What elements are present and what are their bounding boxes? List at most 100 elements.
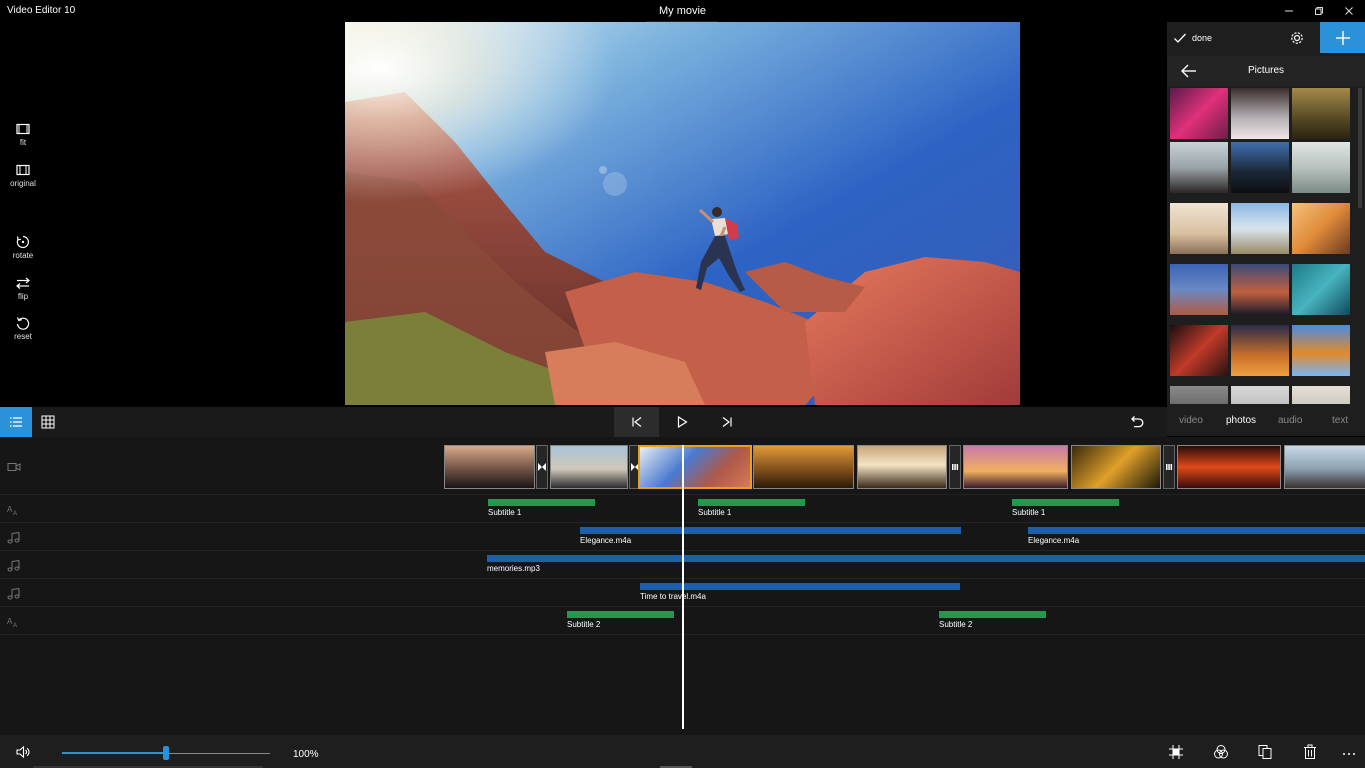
text-clip[interactable]: [488, 499, 595, 506]
audio-clip-label: Time to travel.m4a: [640, 592, 706, 601]
rotate-button[interactable]: rotate: [0, 235, 46, 260]
video-clip[interactable]: [753, 445, 854, 489]
checkmark-icon: [1174, 33, 1186, 43]
original-button[interactable]: original: [0, 163, 46, 188]
video-clip[interactable]: [550, 445, 628, 489]
skip-forward-icon: [722, 417, 732, 427]
settings-button[interactable]: [1287, 28, 1307, 48]
video-clip[interactable]: [1177, 445, 1281, 489]
delete-button[interactable]: [1302, 744, 1318, 760]
play-button[interactable]: [659, 407, 704, 437]
text-track-icon: AA: [7, 617, 17, 628]
media-panel: done Pictures video photos audio text: [1167, 22, 1365, 436]
picture-thumbnail[interactable]: [1170, 386, 1228, 404]
picture-thumbnail[interactable]: [1231, 88, 1289, 139]
text-clip-label: Subtitle 1: [698, 508, 732, 517]
media-type-tabs: video photos audio text: [1167, 406, 1365, 436]
skip-back-icon: [631, 417, 641, 427]
text-clip[interactable]: [698, 499, 805, 506]
transition-marker[interactable]: [536, 445, 548, 489]
reset-label: reset: [14, 332, 32, 341]
media-panel-scrollbar[interactable]: [1358, 88, 1362, 208]
split-button[interactable]: [1168, 744, 1184, 760]
tab-audio[interactable]: audio: [1278, 415, 1302, 426]
close-icon: [1345, 7, 1353, 15]
volume-slider-fill: [62, 752, 166, 754]
picture-thumbnail[interactable]: [1292, 88, 1350, 139]
picture-thumbnail[interactable]: [1170, 264, 1228, 315]
picture-thumbnail[interactable]: [1170, 142, 1228, 193]
transition-bars-icon: [1166, 464, 1173, 470]
picture-thumbnail[interactable]: [1231, 264, 1289, 315]
text-clip-label: Subtitle 1: [1012, 508, 1046, 517]
original-icon: [16, 164, 30, 176]
playhead[interactable]: [682, 445, 684, 729]
audio-clip-label: Elegance.m4a: [580, 536, 632, 545]
filters-button[interactable]: [1213, 744, 1229, 760]
video-clip-selected[interactable]: [638, 445, 752, 489]
close-button[interactable]: [1333, 0, 1365, 22]
audio-clip[interactable]: [640, 583, 960, 590]
picture-thumbnail[interactable]: [1292, 142, 1350, 193]
video-clip[interactable]: [963, 445, 1068, 489]
audio-clip[interactable]: [580, 527, 961, 534]
pictures-title: Pictures: [1247, 65, 1285, 76]
text-clip[interactable]: [567, 611, 674, 618]
picture-thumbnail[interactable]: [1231, 386, 1289, 404]
text-clip-label: Subtitle 1: [488, 508, 522, 517]
previous-button[interactable]: [614, 407, 659, 437]
picture-thumbnail[interactable]: [1170, 88, 1228, 139]
audio-clip[interactable]: [1028, 527, 1365, 534]
flip-button[interactable]: flip: [0, 276, 46, 301]
picture-thumbnail[interactable]: [1170, 325, 1228, 376]
video-clip[interactable]: [857, 445, 947, 489]
next-button[interactable]: [704, 407, 749, 437]
fit-button[interactable]: fit: [0, 122, 46, 147]
media-panel-toolbar: done: [1167, 22, 1365, 54]
volume-icon[interactable]: [15, 744, 31, 760]
tab-photos[interactable]: photos: [1226, 415, 1256, 426]
picture-thumbnail[interactable]: [1231, 203, 1289, 254]
transport-bar: [0, 407, 1167, 437]
duplicate-button[interactable]: [1257, 744, 1273, 760]
video-preview[interactable]: [345, 22, 1020, 405]
tab-text[interactable]: text: [1332, 415, 1348, 426]
picture-thumbnail[interactable]: [1292, 386, 1350, 404]
undo-icon[interactable]: [1128, 414, 1144, 430]
rotate-label: rotate: [12, 251, 34, 260]
audio-clip[interactable]: [487, 555, 1365, 562]
done-button[interactable]: done: [1173, 29, 1212, 47]
storyboard-view-button[interactable]: [32, 407, 64, 437]
music-note-icon: [7, 532, 20, 544]
audio-clip-label: Elegance.m4a: [1028, 536, 1080, 545]
tab-video[interactable]: video: [1179, 415, 1203, 426]
video-clip[interactable]: [444, 445, 535, 489]
video-clip[interactable]: [1284, 445, 1365, 489]
svg-text:A: A: [13, 623, 17, 628]
picture-thumbnail[interactable]: [1231, 142, 1289, 193]
minimize-button[interactable]: [1273, 0, 1305, 22]
picture-thumbnail[interactable]: [1292, 203, 1350, 254]
flip-label: flip: [17, 292, 29, 301]
picture-thumbnail[interactable]: [1231, 325, 1289, 376]
volume-slider-thumb[interactable]: [163, 746, 169, 760]
text-clip[interactable]: [939, 611, 1046, 618]
text-clip[interactable]: [1012, 499, 1119, 506]
trash-icon: [1304, 744, 1316, 759]
picture-thumbnail[interactable]: [1292, 264, 1350, 315]
reset-button[interactable]: reset: [0, 316, 46, 341]
done-label: done: [1192, 33, 1213, 43]
preview-image: [345, 22, 1020, 405]
maximize-button[interactable]: [1303, 0, 1335, 22]
add-media-button[interactable]: [1320, 22, 1365, 53]
more-button[interactable]: [1341, 744, 1357, 760]
picture-thumbnail[interactable]: [1170, 203, 1228, 254]
grid-icon: [41, 415, 55, 429]
transition-marker[interactable]: [1163, 445, 1175, 489]
transition-marker[interactable]: [949, 445, 961, 489]
video-clip[interactable]: [1071, 445, 1161, 489]
title-bar: Video Editor 10 My movie: [0, 0, 1365, 22]
picture-thumbnail[interactable]: [1292, 325, 1350, 376]
reset-icon: [16, 317, 30, 330]
timeline-view-button[interactable]: [0, 407, 32, 437]
